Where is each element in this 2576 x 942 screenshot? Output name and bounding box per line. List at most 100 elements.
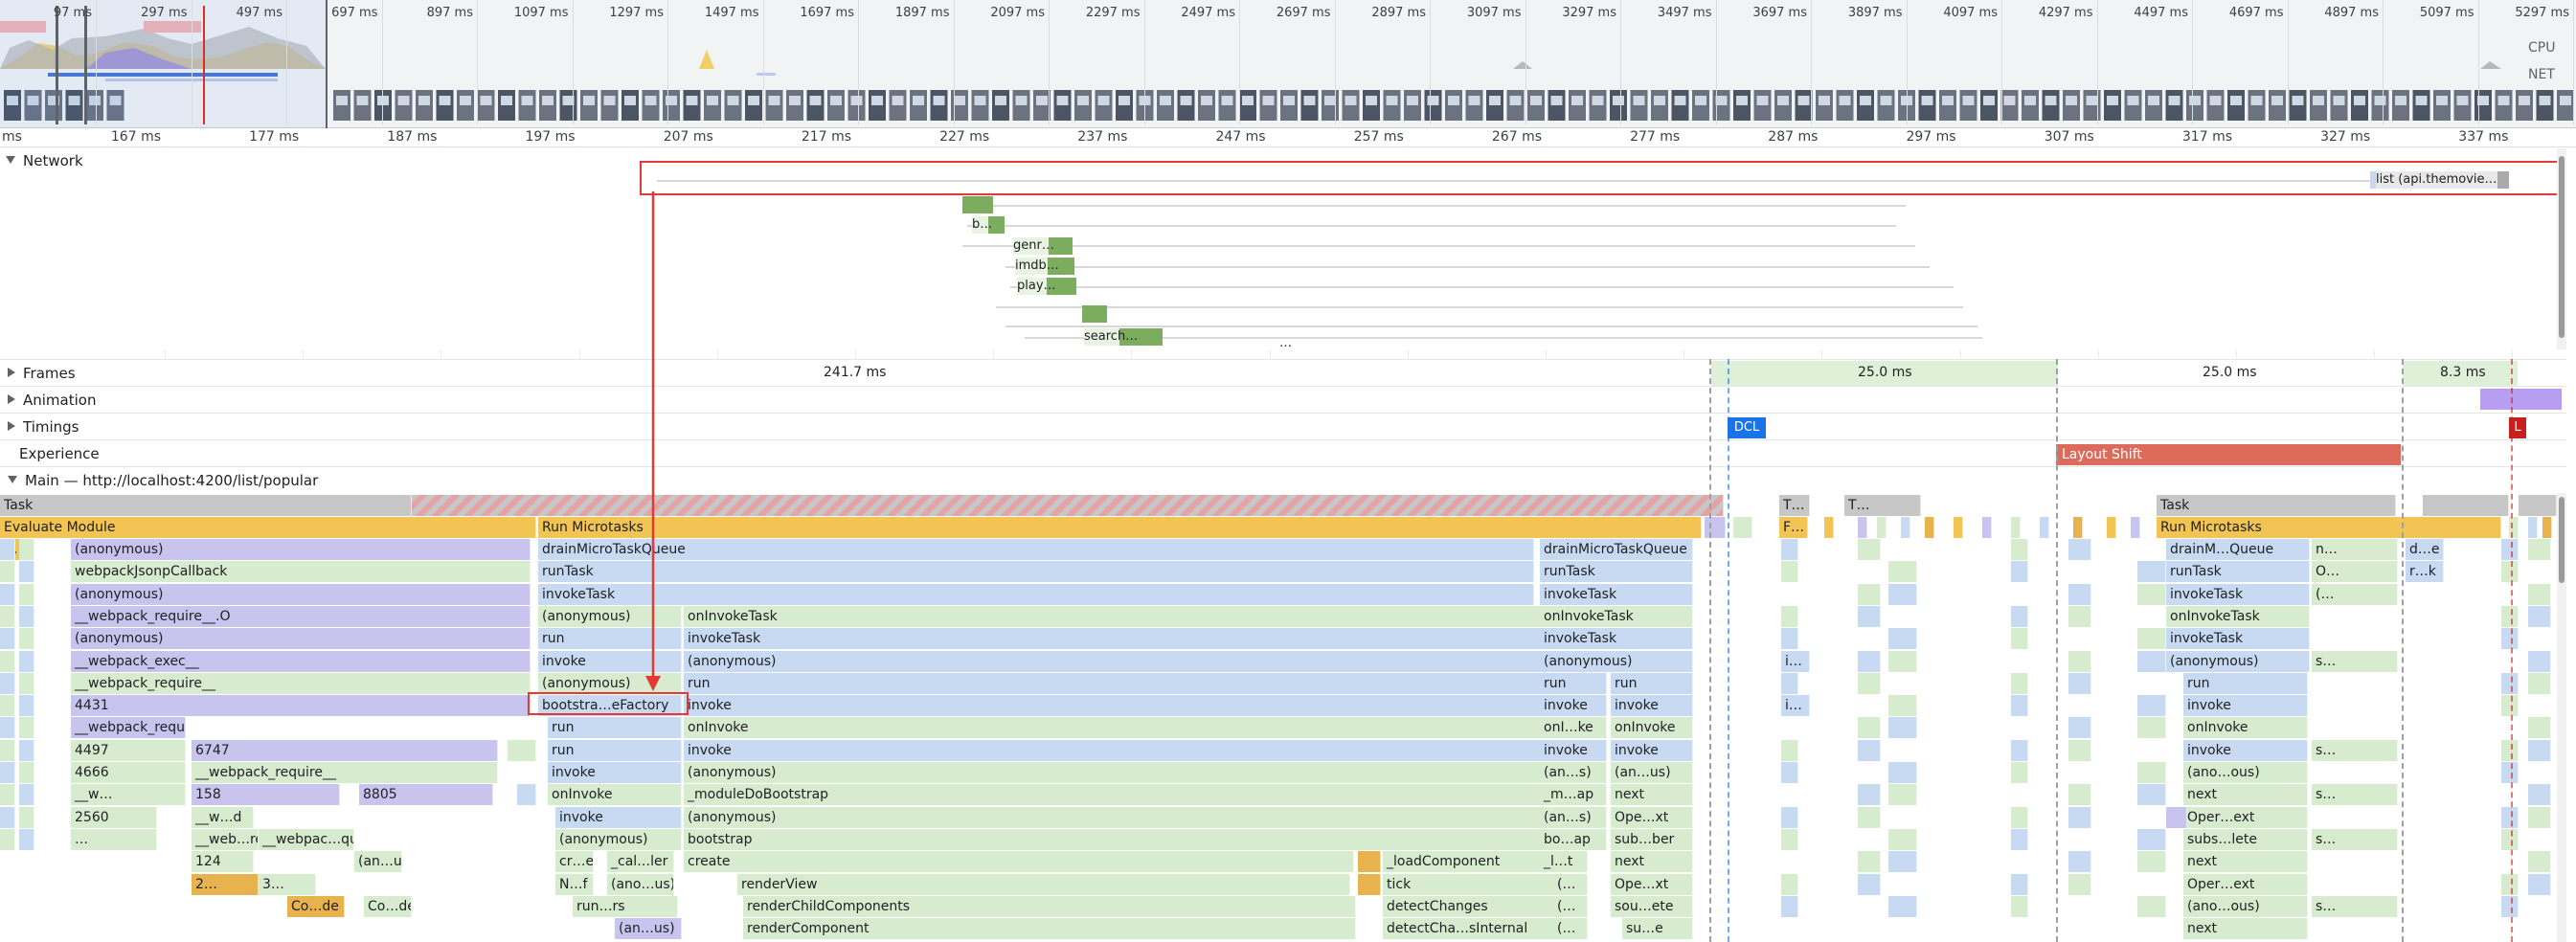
run-microtasks-bar[interactable]: Run Microtasks	[538, 517, 1702, 538]
function-bar[interactable]: invoke	[538, 650, 682, 672]
function-bar[interactable]: (ano…ous)	[2183, 895, 2308, 917]
function-bar[interactable]	[2137, 628, 2166, 650]
function-bar[interactable]: invoke	[684, 739, 1546, 761]
chevron-down-icon[interactable]	[8, 476, 17, 483]
function-bar[interactable]	[0, 628, 15, 650]
function-bar[interactable]	[1781, 628, 1798, 650]
network-request[interactable]: play…	[1017, 278, 1076, 295]
function-bar[interactable]: i…	[1781, 650, 1810, 672]
function-bar[interactable]	[19, 806, 34, 828]
function-bar[interactable]	[2528, 605, 2551, 627]
function-bar[interactable]: invokeTask	[1540, 583, 1693, 605]
function-bar[interactable]: 4666	[71, 762, 186, 783]
function-bar[interactable]	[1858, 739, 1881, 761]
function-bar[interactable]: Co…de	[287, 895, 345, 917]
function-bar[interactable]	[0, 784, 15, 806]
function-bar[interactable]	[0, 672, 15, 694]
function-bar[interactable]	[1781, 561, 1798, 583]
function-bar[interactable]	[2068, 672, 2091, 694]
function-bar[interactable]	[2011, 762, 2028, 783]
function-bar[interactable]	[1358, 873, 1381, 895]
function-bar[interactable]	[2166, 806, 2187, 828]
function-bar[interactable]: __webpack_exec__	[71, 650, 531, 672]
function-bar[interactable]	[2137, 828, 2166, 850]
function-bar[interactable]	[2528, 517, 2538, 538]
function-bar[interactable]: (an…us)	[354, 851, 402, 873]
function-bar[interactable]	[1781, 828, 1798, 850]
task-bar[interactable]: Task	[0, 495, 412, 516]
task-bar[interactable]	[2423, 495, 2509, 516]
function-bar[interactable]	[2011, 539, 2028, 560]
function-bar[interactable]	[2137, 784, 2166, 806]
function-bar[interactable]: (anonymous)	[71, 628, 531, 650]
function-bar[interactable]: runTask	[1540, 561, 1693, 583]
function-bar[interactable]	[1888, 695, 1917, 717]
function-bar[interactable]: __w…d	[192, 806, 254, 828]
network-request[interactable]	[1082, 305, 1107, 323]
function-bar[interactable]: invokeTask	[538, 583, 1534, 605]
function-bar[interactable]: next	[1611, 851, 1693, 873]
function-bar[interactable]	[2011, 672, 2028, 694]
function-bar[interactable]	[2528, 717, 2551, 739]
function-bar[interactable]: n…	[2312, 539, 2398, 560]
network-more[interactable]: …	[1279, 336, 1292, 350]
function-bar[interactable]: drainM…Queue	[2166, 539, 2310, 560]
function-bar[interactable]: (anonymous)	[538, 672, 682, 694]
function-bar[interactable]: invoke	[684, 695, 1546, 717]
function-bar[interactable]	[508, 739, 536, 761]
function-bar[interactable]: __webpac…quire__	[259, 828, 354, 850]
function-bar[interactable]: invoke	[2183, 739, 2308, 761]
function-bar[interactable]: (an…s)	[1540, 806, 1607, 828]
function-bar[interactable]: __webpack_require__	[71, 717, 186, 739]
function-bar[interactable]: onI…ke	[1540, 717, 1607, 739]
function-bar[interactable]	[2011, 739, 2028, 761]
function-bar[interactable]: run	[538, 628, 682, 650]
function-bar[interactable]	[2137, 561, 2166, 583]
function-bar[interactable]	[2011, 806, 2028, 828]
function-bar[interactable]: invokeTask	[2166, 583, 2310, 605]
function-bar[interactable]: 8805	[359, 784, 493, 806]
function-bar[interactable]	[1858, 873, 1881, 895]
function-bar[interactable]: runTask	[538, 561, 1534, 583]
function-bar[interactable]	[2068, 539, 2091, 560]
function-bar[interactable]: (anonymous)	[71, 539, 531, 560]
function-bar[interactable]	[2501, 561, 2519, 583]
function-bar[interactable]	[1781, 895, 1798, 917]
function-bar[interactable]: subs…lete	[2183, 828, 2308, 850]
function-bar[interactable]: (an…us)	[615, 918, 682, 940]
function-bar[interactable]	[2011, 605, 2028, 627]
function-bar[interactable]	[1858, 583, 1881, 605]
function-bar[interactable]	[2501, 539, 2519, 560]
function-bar[interactable]	[2528, 806, 2551, 828]
function-bar[interactable]	[2501, 672, 2519, 694]
function-bar[interactable]	[0, 539, 15, 560]
function-bar[interactable]: 158	[192, 784, 340, 806]
function-bar[interactable]	[2068, 806, 2091, 828]
function-bar[interactable]	[1901, 517, 1910, 538]
function-bar[interactable]	[0, 561, 15, 583]
function-bar[interactable]: s…	[2312, 739, 2398, 761]
function-bar[interactable]: Ope…xt	[1611, 806, 1693, 828]
function-bar[interactable]: _cal…ler	[607, 851, 674, 873]
function-bar[interactable]: O…	[2312, 561, 2398, 583]
function-bar[interactable]: invoke	[555, 806, 682, 828]
function-bar[interactable]	[19, 762, 34, 783]
function-bar[interactable]: s…	[2312, 650, 2398, 672]
function-bar[interactable]	[2040, 517, 2049, 538]
function-bar[interactable]	[0, 762, 15, 783]
function-bar[interactable]	[19, 605, 34, 627]
function-bar[interactable]: run…rs	[573, 895, 678, 917]
function-bar[interactable]: s…	[2312, 828, 2398, 850]
function-bar[interactable]: onInvoke	[2183, 717, 2308, 739]
function-bar[interactable]: webpackJsonpCallback	[71, 561, 531, 583]
function-bar[interactable]: next	[2183, 851, 2308, 873]
task-bar[interactable]: T…	[1844, 495, 1921, 516]
flame-scrollbar[interactable]	[2557, 493, 2566, 942]
network-request[interactable]: b…	[972, 216, 1005, 234]
function-bar[interactable]: runTask	[2166, 561, 2310, 583]
function-bar[interactable]: F…	[1779, 517, 1808, 538]
function-bar[interactable]: onInvoke	[684, 717, 1546, 739]
function-bar[interactable]	[19, 539, 34, 560]
function-bar[interactable]	[2073, 517, 2083, 538]
function-bar[interactable]	[1858, 717, 1881, 739]
